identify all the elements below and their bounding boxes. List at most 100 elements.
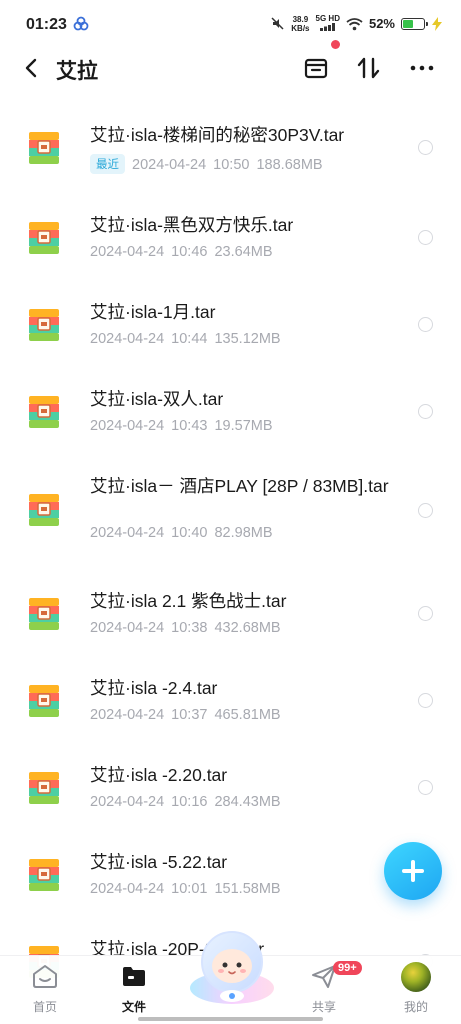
select-checkbox[interactable] (418, 693, 433, 708)
file-name: 艾拉·isla -2.4.tar (90, 678, 218, 698)
file-size: 151.58MB (214, 881, 281, 897)
file-meta: 2024-04-24 10:43 19.57MB (90, 418, 280, 434)
file-time: 10:16 (171, 794, 208, 810)
file-name: 艾拉·isla-黑色双方快乐.tar (90, 215, 294, 235)
nav-home-label: 首页 (32, 1000, 57, 1014)
compressed-archive-icon (29, 494, 59, 526)
file-name: 艾拉·isla-双人.tar (90, 389, 224, 409)
file-time: 10:40 (171, 525, 208, 541)
select-checkbox[interactable] (418, 503, 433, 518)
archive-box-icon[interactable] (302, 54, 330, 82)
file-meta: 2024-04-24 10:38 432.68MB (90, 620, 288, 636)
file-time: 10:43 (171, 418, 208, 434)
file-date: 2024-04-24 (90, 525, 165, 541)
compressed-archive-icon (29, 309, 59, 341)
more-dots-icon[interactable] (408, 54, 436, 82)
file-date: 2024-04-24 (132, 157, 207, 173)
home-face-icon (33, 965, 57, 988)
net-speed-unit: KB/s (291, 23, 310, 33)
file-size: 432.68MB (214, 620, 281, 636)
nav-share-label: 共享 (311, 1000, 336, 1014)
file-size: 135.12MB (214, 331, 281, 347)
file-date: 2024-04-24 (90, 244, 165, 260)
file-date: 2024-04-24 (90, 794, 165, 810)
file-date: 2024-04-24 (90, 707, 165, 723)
file-size: 188.68MB (256, 157, 323, 173)
mute-icon (271, 17, 284, 30)
file-size: 284.43MB (214, 794, 281, 810)
header-bar: 艾拉 (0, 46, 461, 90)
compressed-archive-icon (29, 132, 59, 164)
file-meta: 2024-04-24 10:16 284.43MB (90, 794, 288, 810)
page-title: 艾拉 (56, 60, 98, 83)
file-meta: 2024-04-24 10:44 135.12MB (90, 331, 288, 347)
file-meta: 2024-04-24 10:40 82.98MB (90, 525, 280, 541)
file-name: 艾拉·isla 2.1 紫色战士.tar (90, 591, 287, 611)
select-checkbox[interactable] (418, 606, 433, 621)
compressed-archive-icon (29, 396, 59, 428)
select-checkbox[interactable] (418, 230, 433, 245)
folder-icon (123, 967, 145, 986)
select-checkbox[interactable] (418, 780, 433, 795)
file-date: 2024-04-24 (90, 418, 165, 434)
assistant-mascot-icon[interactable] (185, 926, 279, 1008)
file-time: 10:37 (171, 707, 208, 723)
battery-icon (401, 17, 428, 30)
share-count-badge: 99+ (333, 961, 362, 975)
file-time: 10:01 (171, 881, 208, 897)
nav-files-label: 文件 (121, 1000, 146, 1014)
file-meta: 2024-04-24 10:37 465.81MB (90, 707, 288, 723)
recent-badge: 最近 (90, 154, 125, 174)
file-name: 艾拉·isla－ 酒店PLAY [28P / 83MB].tar (90, 476, 389, 496)
file-time: 10:46 (171, 244, 208, 260)
compressed-archive-icon (29, 685, 59, 717)
compressed-archive-icon (29, 859, 59, 891)
battery-percent: 52% (368, 16, 395, 31)
select-checkbox[interactable] (418, 404, 433, 419)
sort-arrows-icon[interactable] (355, 54, 383, 82)
network-type-label: 5G HD (315, 14, 340, 23)
file-time: 10:38 (171, 620, 208, 636)
file-meta: 最近 2024-04-24 10:50 188.68MB (90, 154, 330, 174)
file-name: 艾拉·isla -2.20.tar (90, 765, 228, 785)
compressed-archive-icon (29, 598, 59, 630)
avatar (401, 962, 431, 992)
status-indicators: 38.9 KB/s 5G HD 52% (270, 14, 443, 33)
file-size: 23.64MB (214, 244, 273, 260)
charging-icon (432, 16, 442, 31)
select-checkbox[interactable] (418, 317, 433, 332)
nav-home[interactable]: 首页 (10, 962, 80, 1015)
compressed-archive-icon (29, 772, 59, 804)
net-speed-value: 38.9 (292, 14, 309, 24)
cloud-sync-icon (73, 16, 89, 31)
file-size: 82.98MB (214, 525, 273, 541)
file-name: 艾拉·isla -5.22.tar (90, 852, 228, 872)
file-time: 10:50 (213, 157, 250, 173)
file-date: 2024-04-24 (90, 620, 165, 636)
wifi-icon (346, 17, 363, 30)
status-time: 01:23 (26, 16, 67, 33)
compressed-archive-icon (29, 222, 59, 254)
signal-icon (319, 23, 335, 31)
status-bar: 01:23 38.9 KB/s 5G HD 52% (0, 0, 461, 52)
file-date: 2024-04-24 (90, 881, 165, 897)
nav-mine[interactable]: 我的 (381, 962, 451, 1015)
network-type: 5G HD (316, 14, 340, 33)
file-time: 10:44 (171, 331, 208, 347)
select-checkbox[interactable] (418, 140, 433, 155)
file-meta: 2024-04-24 10:01 151.58MB (90, 881, 288, 897)
notification-dot (331, 40, 340, 49)
back-chevron-icon[interactable] (18, 54, 46, 82)
file-date: 2024-04-24 (90, 331, 165, 347)
add-button[interactable] (384, 842, 442, 900)
file-name: 艾拉·isla-1月.tar (90, 302, 216, 322)
battery-fill (403, 19, 414, 28)
nav-mine-label: 我的 (403, 1000, 428, 1014)
file-size: 19.57MB (214, 418, 273, 434)
file-size: 465.81MB (214, 707, 281, 723)
net-speed: 38.9 KB/s (291, 15, 309, 33)
home-indicator (138, 1017, 323, 1021)
nav-share[interactable]: 99+ 共享 (289, 961, 362, 1015)
nav-files[interactable]: 文件 (99, 962, 169, 1015)
file-meta: 2024-04-24 10:46 23.64MB (90, 244, 280, 260)
